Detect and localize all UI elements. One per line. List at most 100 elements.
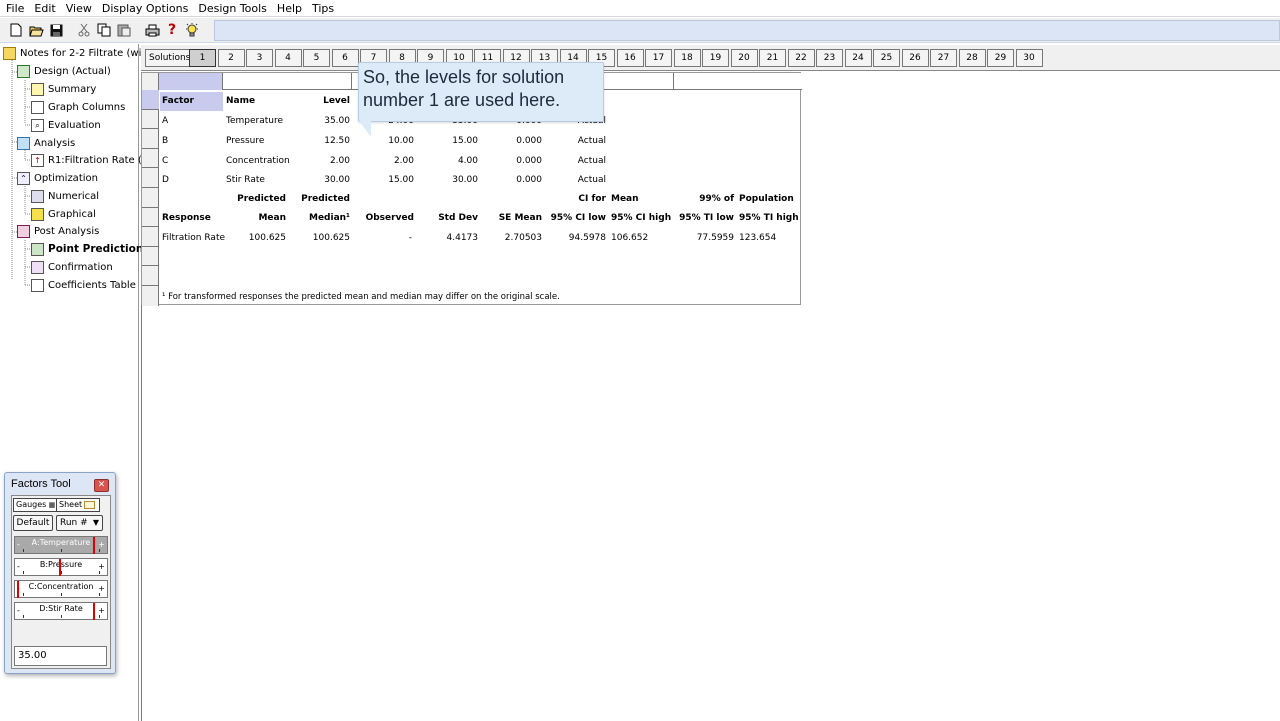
tab-solution-21[interactable]: 21 bbox=[759, 49, 786, 67]
tab-solution-5[interactable]: 5 bbox=[303, 49, 330, 67]
cut-icon[interactable] bbox=[74, 20, 94, 40]
copy-icon[interactable] bbox=[94, 20, 114, 40]
factor-factor-cell: D bbox=[162, 175, 169, 185]
sheet-icon bbox=[84, 500, 96, 509]
help-icon[interactable]: ? bbox=[162, 20, 182, 40]
tree-post-analysis[interactable]: Post Analysis bbox=[17, 223, 99, 239]
factors-tool-panel: Gauges ▦ Sheet Default Run # ▼ - A:Tempera… bbox=[11, 495, 111, 669]
gauge-plus-button[interactable]: + bbox=[98, 539, 105, 551]
tab-solution-30[interactable]: 30 bbox=[1015, 49, 1043, 67]
gauge-plus-button[interactable]: + bbox=[98, 561, 105, 573]
factor-high-cell: 30.00 bbox=[452, 175, 478, 185]
tab-solution-4[interactable]: 4 bbox=[274, 49, 302, 67]
gauge-tick bbox=[23, 615, 24, 618]
paste-icon[interactable] bbox=[114, 20, 134, 40]
print-icon[interactable] bbox=[142, 20, 162, 40]
gauge-a-temperature[interactable]: - A:Temperature + bbox=[14, 536, 108, 554]
factor-value-field[interactable]: 35.00 bbox=[14, 646, 107, 666]
tree-summary[interactable]: Summary bbox=[31, 81, 96, 97]
tree-optimization[interactable]: ⌃ Optimization bbox=[17, 170, 98, 186]
tree-analysis[interactable]: Analysis bbox=[17, 135, 75, 151]
factor-factor-cell: A bbox=[162, 116, 169, 126]
tab-sheet[interactable]: Sheet bbox=[56, 498, 100, 512]
header-population: Population bbox=[739, 194, 794, 204]
tree-point-prediction[interactable]: Point Prediction bbox=[31, 241, 143, 257]
magnifier-icon: ⌕ bbox=[31, 118, 44, 132]
grid-col-header-selected[interactable] bbox=[159, 73, 223, 90]
new-file-icon[interactable] bbox=[6, 20, 26, 40]
gauge-c-concentration[interactable]: -C:Concentration+ bbox=[14, 580, 108, 598]
tab-solution-19[interactable]: 19 bbox=[702, 49, 729, 67]
tree-evaluation[interactable]: ⌕ Evaluation bbox=[31, 117, 101, 133]
response-icon: ↑ bbox=[31, 153, 44, 167]
tab-solution-25[interactable]: 25 bbox=[873, 49, 900, 67]
menu-tips[interactable]: Tips bbox=[307, 1, 339, 16]
factor-level-cell: 30.00 bbox=[324, 175, 350, 185]
tab-solution-16[interactable]: 16 bbox=[616, 49, 644, 67]
factor-level-cell: 12.50 bbox=[324, 136, 350, 146]
tree-graph-columns[interactable]: Graph Columns bbox=[31, 99, 125, 115]
gauge-level-marker[interactable] bbox=[17, 581, 19, 598]
factor-name-cell: Pressure bbox=[226, 136, 265, 146]
tab-solution-23[interactable]: 23 bbox=[816, 49, 843, 67]
tab-solution-29[interactable]: 29 bbox=[987, 49, 1014, 67]
menu-file[interactable]: File bbox=[0, 1, 29, 16]
gauge-minus-button[interactable]: - bbox=[17, 605, 20, 617]
response-ci-low: 94.5978 bbox=[568, 233, 606, 243]
tree-coefficients-table[interactable]: Coefficients Table bbox=[31, 277, 136, 293]
coefficients-icon bbox=[31, 278, 44, 292]
folder-icon bbox=[3, 46, 16, 60]
tab-solution-2[interactable]: 2 bbox=[217, 49, 245, 67]
factor-name-cell: Temperature bbox=[226, 116, 284, 126]
toolbar-empty-area bbox=[214, 20, 1280, 41]
header-name: Name bbox=[226, 96, 256, 106]
gauge-level-marker[interactable] bbox=[59, 559, 61, 576]
factor-high-cell: 4.00 bbox=[457, 156, 478, 166]
tab-solution-22[interactable]: 22 bbox=[787, 49, 815, 67]
tab-solution-20[interactable]: 20 bbox=[730, 49, 758, 67]
response-se-mean: 2.70503 bbox=[504, 233, 542, 243]
gauge-d-stir-rate[interactable]: - D:Stir Rate + bbox=[14, 602, 108, 620]
open-folder-icon[interactable] bbox=[26, 20, 46, 40]
tab-solution-17[interactable]: 17 bbox=[645, 49, 672, 67]
menu-display-options[interactable]: Display Options bbox=[97, 1, 194, 16]
tab-solution-1[interactable]: 1 bbox=[189, 49, 216, 67]
tree-confirmation[interactable]: Confirmation bbox=[31, 259, 113, 275]
run-number-dropdown[interactable]: Run # ▼ bbox=[56, 515, 103, 531]
tab-solution-27[interactable]: 27 bbox=[930, 49, 957, 67]
tab-solution-28[interactable]: 28 bbox=[958, 49, 986, 67]
gauge-plus-button[interactable]: + bbox=[98, 583, 105, 595]
tab-solution-24[interactable]: 24 bbox=[844, 49, 872, 67]
tree-numerical[interactable]: Numerical bbox=[31, 188, 99, 204]
menu-design-tools[interactable]: Design Tools bbox=[193, 1, 272, 16]
tree-design[interactable]: Design (Actual) bbox=[17, 63, 111, 79]
default-button[interactable]: Default bbox=[13, 515, 53, 531]
gauge-minus-button[interactable]: - bbox=[17, 561, 20, 573]
tab-solution-26[interactable]: 26 bbox=[901, 49, 929, 67]
gauge-level-marker[interactable] bbox=[93, 537, 95, 554]
tree-root[interactable]: Notes for 2-2 Filtrate (with bbox=[3, 45, 152, 61]
factors-tool-window: Factors Tool ✕ Gauges ▦ Sheet Default Ru… bbox=[4, 472, 116, 674]
gauge-level-marker[interactable] bbox=[93, 603, 95, 620]
menu-view[interactable]: View bbox=[61, 1, 97, 16]
gauge-minus-button[interactable]: - bbox=[17, 539, 20, 551]
menu-help[interactable]: Help bbox=[272, 1, 307, 16]
header-observed: Observed bbox=[365, 213, 414, 223]
save-icon[interactable] bbox=[46, 20, 66, 40]
tree-r1-filtration-rate[interactable]: ↑ R1:Filtration Rate (A bbox=[31, 152, 149, 168]
tab-gauges[interactable]: Gauges ▦ bbox=[13, 498, 59, 512]
tab-solution-3[interactable]: 3 bbox=[246, 49, 273, 67]
tab-solution-18[interactable]: 18 bbox=[673, 49, 701, 67]
gauge-b-pressure[interactable]: - B:Pressure + bbox=[14, 558, 108, 576]
close-icon[interactable]: ✕ bbox=[94, 479, 109, 492]
callout-line-2: number 1 are used here. bbox=[363, 90, 561, 110]
header-99-of: 99% of bbox=[699, 194, 734, 204]
tab-solution-6[interactable]: 6 bbox=[331, 49, 359, 67]
gauge-plus-button[interactable]: + bbox=[98, 605, 105, 617]
tree-graphical[interactable]: Graphical bbox=[31, 206, 96, 222]
tutorial-callout: So, the levels for solution number 1 are… bbox=[358, 62, 604, 137]
tips-lightbulb-icon[interactable] bbox=[182, 20, 202, 40]
menu-edit[interactable]: Edit bbox=[29, 1, 60, 16]
factor-coding-cell: Actual bbox=[577, 136, 606, 146]
header-ci-high: 95% CI high bbox=[611, 213, 672, 223]
